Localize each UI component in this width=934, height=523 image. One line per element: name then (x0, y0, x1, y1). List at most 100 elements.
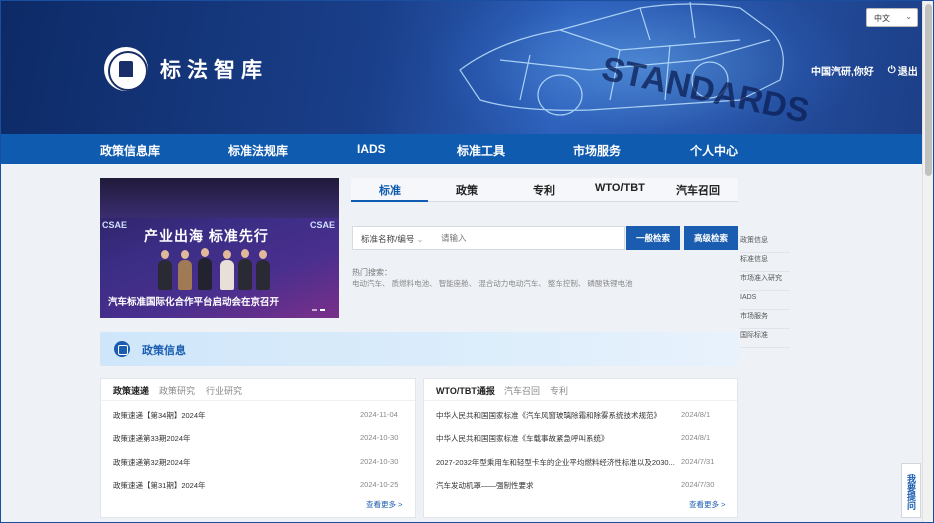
power-icon: ⏻ (887, 65, 896, 76)
standards-watermark: STANDARDS (598, 50, 812, 131)
wto-card-tabs: WTO/TBT通报 汽车召回 专利 (424, 379, 737, 401)
hot-search-term[interactable]: 整车控制 (548, 279, 578, 288)
policy-section-title: 政策信息 (142, 345, 186, 357)
promo-person (256, 260, 270, 290)
tab-policy[interactable]: 政策 (456, 182, 478, 198)
list-item[interactable]: 汽车发动机罩——强制性要求 (436, 480, 534, 491)
hot-search-label: 热门搜索： (352, 268, 392, 277)
chevron-down-icon: ⌄ (905, 12, 912, 21)
promo-person-head (201, 248, 209, 257)
promo-person-head (181, 250, 189, 259)
carousel-dot-active[interactable] (320, 309, 325, 311)
search-input[interactable] (441, 233, 611, 243)
nav-item-personal[interactable]: 个人中心 (690, 142, 738, 159)
tab-policy-express[interactable]: 政策速递 (113, 384, 149, 397)
promo-person (158, 260, 172, 290)
side-link-standards[interactable]: 标准信息 (740, 253, 790, 272)
tab-standards[interactable]: 标准 (379, 182, 401, 198)
main-nav: 政策信息库 标准法规库 IADS 标准工具 市场服务 个人中心 (0, 134, 922, 164)
hot-search-term[interactable]: 磷酸铁锂电池 (587, 279, 632, 288)
side-link-market-service[interactable]: 市场服务 (740, 310, 790, 329)
tab-patent[interactable]: 专利 (533, 182, 555, 198)
list-item-date: 2024-10-30 (360, 457, 399, 466)
user-greeting[interactable]: 中国汽研,你好 (811, 63, 874, 78)
logout-button[interactable]: ⏻ 退出 (888, 63, 918, 78)
promo-person-head (241, 249, 249, 258)
promo-caption[interactable]: 汽车标准国际化合作平台启动会在京召开 (108, 294, 279, 308)
search-field-value: 标准名称/编号 (361, 234, 415, 244)
nav-item-tools[interactable]: 标准工具 (457, 142, 505, 159)
hot-search-term[interactable]: 质燃料电池 (392, 279, 430, 288)
nav-item-standards[interactable]: 标准法规库 (228, 142, 288, 159)
policy-card-tabs: 政策速递 政策研究 行业研究 (101, 379, 415, 401)
carousel-dots (312, 309, 325, 311)
active-tab-indicator (351, 200, 428, 202)
view-more-link[interactable]: 查看更多 > (689, 499, 725, 510)
list-item-date: 2024-11-04 (360, 410, 398, 419)
list-item[interactable]: 2027-2032年型乘用车和轻型卡车的企业平均燃料经济性标准以及2030... (436, 457, 675, 468)
logo-emblem-icon (104, 47, 148, 91)
tab-wto-tbt[interactable]: WTO/TBT (595, 182, 645, 194)
header-banner: STANDARDS 标法智库 中文 ⌄ 中国汽研,你好 ⏻ 退出 (0, 0, 934, 134)
nav-item-market[interactable]: 市场服务 (573, 142, 621, 159)
policy-section-icon (114, 341, 130, 357)
promo-carousel[interactable]: CSAE CSAE 产业出海 标准先行 汽车标准国际化合作平台启动会在京召开 (100, 178, 339, 318)
wto-tbt-card: WTO/TBT通报 汽车召回 专利 中华人民共和国国家标准《汽车风窗玻璃除霜和除… (423, 378, 738, 518)
tab-car-recall[interactable]: 汽车召回 (504, 384, 540, 397)
list-item[interactable]: 政策速递第33期2024年 (113, 433, 191, 444)
promo-person-head (161, 250, 169, 259)
tab-patent-news[interactable]: 专利 (550, 384, 568, 397)
search-panel: 标准 政策 专利 WTO/TBT 汽车召回 标准名称/编号⌄ 一般检索 高级检索… (351, 178, 738, 318)
hot-search-term[interactable]: 电动汽车 (352, 279, 382, 288)
nav-item-policy[interactable]: 政策信息库 (100, 142, 160, 159)
chevron-down-icon: ⌄ (416, 234, 424, 244)
logo-text: 标法智库 (160, 59, 268, 82)
tab-recall[interactable]: 汽车召回 (676, 182, 720, 198)
promo-person (198, 258, 212, 290)
promo-person-head (259, 250, 267, 259)
promo-person (178, 260, 192, 290)
user-area: 中国汽研,你好 ⏻ 退出 (811, 63, 918, 78)
language-value: 中文 (874, 14, 890, 23)
carousel-dot[interactable] (312, 309, 317, 311)
hot-search-term[interactable]: 混合动力电动汽车 (478, 279, 538, 288)
side-link-intl-standards[interactable]: 国际标准 (740, 329, 790, 348)
list-item[interactable]: 中华人民共和国国家标准《汽车风窗玻璃除霜和除雾系统技术规范》 (436, 410, 661, 421)
list-item-date: 2024/7/31 (681, 457, 715, 466)
search-field-select[interactable]: 标准名称/编号 ⌄ (361, 233, 424, 245)
site-logo[interactable]: 标法智库 (104, 47, 268, 91)
tab-wto-notice[interactable]: WTO/TBT通报 (436, 384, 495, 397)
tab-industry-research[interactable]: 行业研究 (206, 384, 242, 397)
list-item-date: 2024-10-25 (360, 480, 399, 489)
nav-item-iads[interactable]: IADS (357, 142, 386, 156)
promo-person (238, 259, 252, 290)
tab-policy-research[interactable]: 政策研究 (159, 384, 195, 397)
search-row: 标准名称/编号⌄ 一般检索 高级检索 (351, 226, 738, 250)
promo-stage-lights (100, 178, 339, 218)
list-item[interactable]: 政策速递【第34期】2024年 (113, 410, 206, 421)
page-scrollbar[interactable] (922, 0, 934, 523)
list-item-date: 2024-10-30 (360, 433, 399, 442)
logout-label: 退出 (897, 67, 918, 78)
car-wireframe-illustration: STANDARDS (459, 1, 813, 131)
side-quick-links: 政策信息 标准信息 市场准入研究 IADS 市场服务 国际标准 (740, 234, 790, 348)
scrollbar-thumb[interactable] (925, 4, 932, 176)
search-tabs: 标准 政策 专利 WTO/TBT 汽车召回 (351, 178, 738, 202)
hot-search-term[interactable]: 智能座舱 (439, 279, 469, 288)
advanced-search-button[interactable]: 高级检索 (684, 226, 738, 250)
policy-news-card: 政策速递 政策研究 行业研究 政策速递【第34期】2024年 2024-11-0… (100, 378, 416, 518)
basic-search-button[interactable]: 一般检索 (626, 226, 680, 250)
promo-slogan: 产业出海 标准先行 (144, 228, 269, 244)
ask-question-button[interactable]: 我要提问 (901, 463, 921, 518)
list-item[interactable]: 中华人民共和国国家标准《车载事故紧急呼叫系统》 (436, 433, 609, 444)
side-link-iads[interactable]: IADS (740, 291, 790, 310)
language-select[interactable]: 中文 ⌄ (866, 8, 918, 27)
list-item[interactable]: 政策速递第32期2024年 (113, 457, 191, 468)
list-item[interactable]: 政策速递【第31期】2024年 (113, 480, 206, 491)
view-more-link[interactable]: 查看更多 > (366, 499, 402, 510)
promo-person (220, 260, 234, 290)
list-item-date: 2024/8/1 (681, 410, 711, 419)
side-link-market-access[interactable]: 市场准入研究 (740, 272, 790, 291)
promo-csae-right: CSAE (310, 220, 336, 230)
side-link-policy[interactable]: 政策信息 (740, 234, 790, 253)
